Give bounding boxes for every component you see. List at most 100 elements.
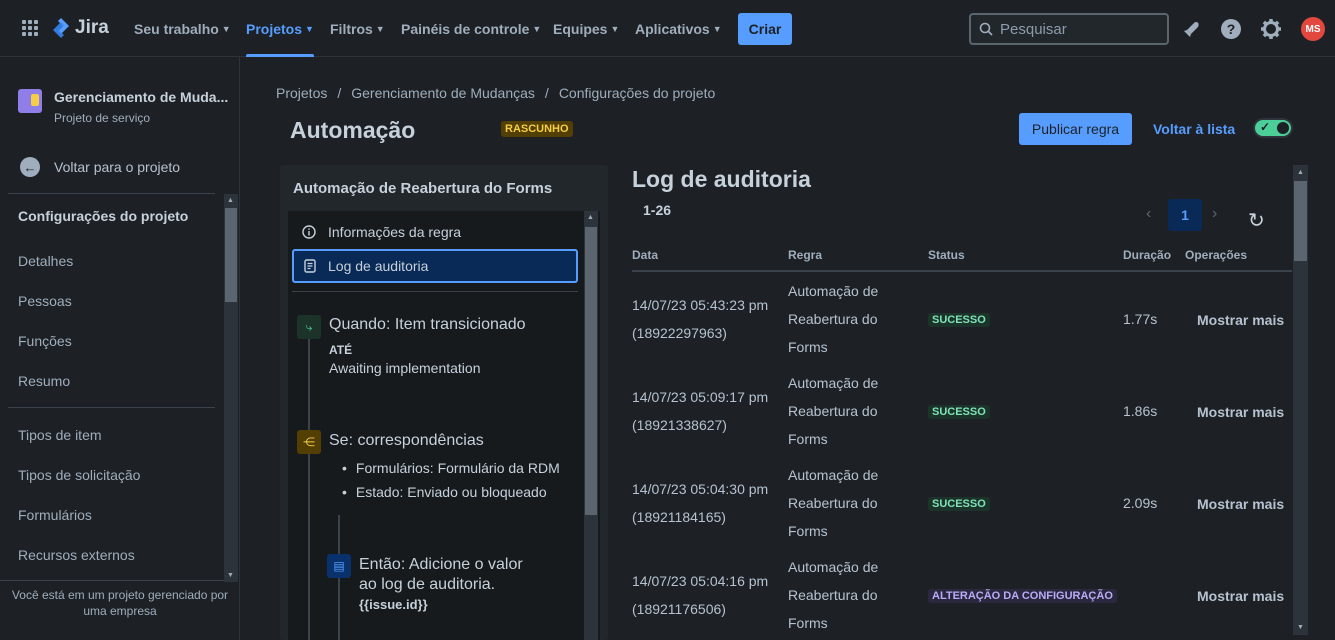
sidebar-item-tipos-de-solicitacao[interactable]: Tipos de solicitação [18,467,140,483]
divider [292,291,578,292]
project-icon [18,89,42,113]
breadcrumb-separator: / [544,85,549,101]
publish-rule-button[interactable]: Publicar regra [1019,113,1132,145]
menu-rule-info[interactable]: Informações da regra [292,215,578,249]
scroll-up-icon[interactable]: ▲ [1297,169,1304,176]
back-to-project-link[interactable]: ← Voltar para o projeto [20,157,180,177]
id-text: (18921176506) [632,601,726,617]
date-text: 14/07/23 05:43:23 pm [632,297,769,313]
trigger-to-label: ATÉ [329,343,353,357]
scrollbar-thumb[interactable] [1294,181,1307,261]
nav-seu-trabalho[interactable]: Seu trabalho ▼ [134,0,231,57]
sidebar-item-resumo[interactable]: Resumo [18,373,70,389]
chevron-right-icon[interactable]: › [1212,205,1217,223]
show-more-button[interactable]: Mostrar mais [1197,588,1284,604]
show-more-button[interactable]: Mostrar mais [1197,404,1284,420]
rule-name: Automação de Reabertura do Forms [293,180,553,197]
chevron-down-icon: ▼ [305,23,314,34]
nav-paineis[interactable]: Painéis de controle ▼ [401,0,541,57]
chevron-down-icon: ▼ [375,23,385,34]
menu-audit-log[interactable]: Log de auditoria [292,249,578,283]
jira-logo[interactable]: Jira [52,17,109,39]
cell-duration: 1.86s [1123,403,1158,419]
flow-connector [308,339,310,640]
rule-text: Reabertura do [788,587,878,603]
search-box[interactable] [969,13,1169,45]
status-badge: SUCESSO [928,313,990,327]
condition-item: • Estado: Enviado ou bloqueado [342,484,547,500]
scroll-down-icon[interactable]: ▼ [227,572,234,579]
arrow-left-icon: ← [20,157,40,177]
app-switcher-icon[interactable] [22,20,38,36]
rule-enabled-toggle[interactable]: ✓ [1253,118,1293,138]
scroll-up-icon[interactable]: ▲ [587,214,594,221]
chevron-left-icon[interactable]: ‹ [1146,205,1151,223]
status-badge: RASCUNHO [501,121,573,137]
notifications-icon[interactable] [1180,17,1204,41]
sidebar-item-funcoes[interactable]: Funções [18,333,72,349]
date-text: 14/07/23 05:04:30 pm [632,481,769,497]
scroll-down-icon[interactable]: ▼ [1297,624,1304,631]
id-text: (18921338627) [632,417,727,433]
sidebar-item-detalhes[interactable]: Detalhes [18,253,73,269]
sidebar-item-pessoas[interactable]: Pessoas [18,293,72,309]
column-header-data: Data [632,248,659,262]
show-more-button[interactable]: Mostrar mais [1197,312,1284,328]
breadcrumb-project[interactable]: Gerenciamento de Mudanças [351,85,535,101]
create-button[interactable]: Criar [738,13,792,45]
nav-label: Filtros [330,20,373,37]
status-badge: ALTERAÇÃO DA CONFIGURAÇÃO [928,589,1117,603]
sidebar-item-formularios[interactable]: Formulários [18,507,92,523]
rule-scrollbar[interactable]: ▲ [584,211,598,640]
action-title[interactable]: Então: Adicione o valor [359,556,523,574]
audit-log-title: Log de auditoria [632,166,811,192]
project-header[interactable]: Gerenciamento de Muda... Projeto de serv… [18,89,228,125]
sidebar-item-tipos-de-item[interactable]: Tipos de item [18,427,102,443]
settings-icon[interactable] [1259,17,1283,41]
nav-label: Projetos [246,20,303,37]
rule-text: Forms [788,339,828,355]
rule-text: Automação de [788,467,879,483]
sidebar-item-recursos-externos[interactable]: Recursos externos [18,547,135,563]
back-to-list-link[interactable]: Voltar à lista [1153,121,1235,137]
search-icon [979,22,993,36]
action-icon: ▤ [327,554,351,578]
scroll-up-icon[interactable]: ▲ [227,197,234,204]
chevron-down-icon: ▼ [221,23,231,34]
search-input[interactable] [1000,20,1150,38]
breadcrumb-separator: / [337,85,342,101]
cell-duration: 2.09s [1123,495,1158,511]
refresh-icon[interactable]: ↻ [1248,208,1265,233]
cell-rule: Automação de Reabertura do Forms [788,277,878,361]
column-header-duracao: Duração [1123,248,1172,262]
audit-log-scrollbar[interactable]: ▲ ▼ [1293,165,1308,635]
nav-equipes[interactable]: Equipes ▼ [553,0,619,57]
scrollbar-thumb[interactable] [585,227,597,515]
cell-date: 14/07/23 05:04:30 pm (18921184165) [632,475,768,531]
show-more-button[interactable]: Mostrar mais [1197,496,1284,512]
help-icon[interactable]: ? [1219,17,1243,41]
condition-title[interactable]: Se: correspondências [329,432,484,450]
page-button-current[interactable]: 1 [1168,199,1202,231]
sidebar-section-title[interactable]: Configurações do projeto [18,208,188,224]
condition-icon: ⋲ [297,430,321,454]
avatar[interactable]: MS [1301,17,1325,41]
rule-text: Automação de [788,283,879,299]
nav-aplicativos[interactable]: Aplicativos ▼ [635,0,722,57]
breadcrumb-projetos[interactable]: Projetos [276,85,327,101]
chevron-down-icon: ▼ [712,23,722,34]
nav-projetos[interactable]: Projetos ▼ [246,0,314,57]
jira-logo-icon [53,18,69,38]
nav-filtros[interactable]: Filtros ▼ [330,0,385,57]
info-icon [302,225,316,239]
trigger-title[interactable]: Quando: Item transicionado [329,316,526,334]
menu-label: Informações da regra [328,224,462,240]
column-header-operacoes: Operações [1185,248,1248,262]
sidebar-scrollbar[interactable]: ▲ ▼ [224,194,238,582]
chevron-down-icon: ▼ [610,23,620,34]
svg-text:?: ? [1227,21,1236,37]
chevron-down-icon: ▼ [532,23,542,34]
scrollbar-thumb[interactable] [225,208,237,302]
breadcrumb-settings[interactable]: Configurações do projeto [559,85,715,101]
condition-text: Formulários: Formulário da RDM [355,460,560,476]
